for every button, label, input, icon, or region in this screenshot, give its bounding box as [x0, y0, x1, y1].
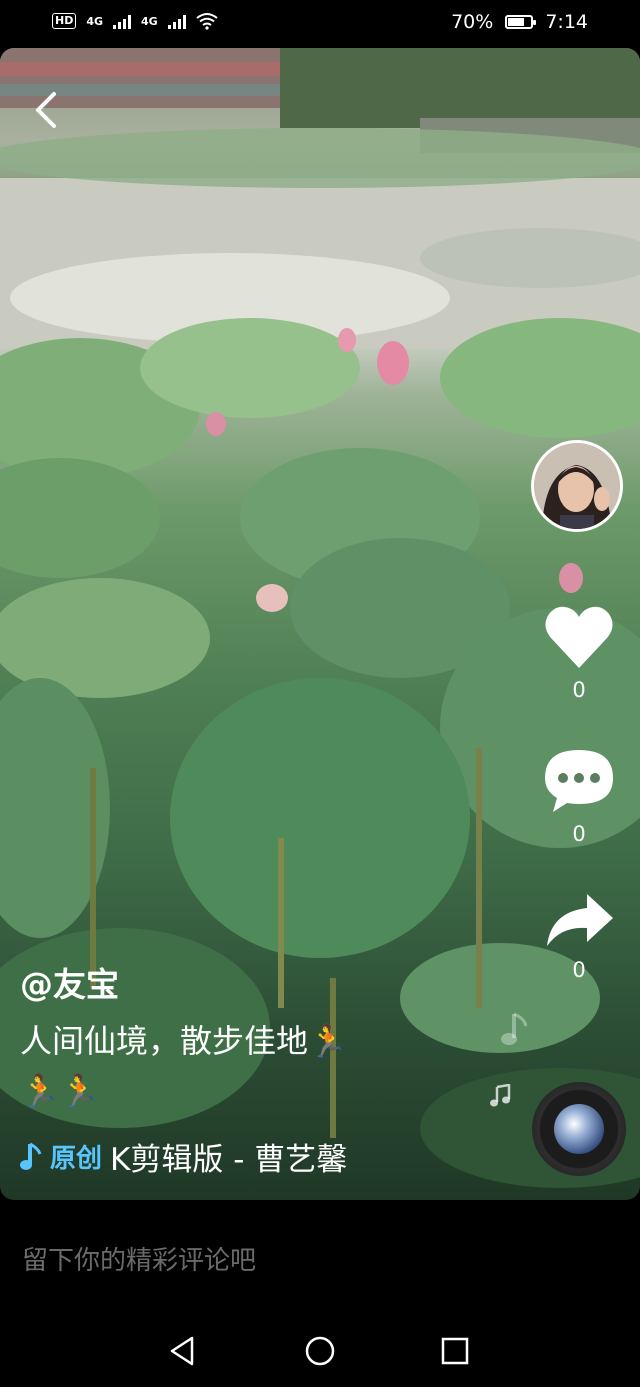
battery-percentage: 70%: [451, 11, 494, 33]
status-right: 70% 7:14: [451, 11, 588, 33]
share-count: 0: [572, 958, 586, 982]
music-original-label: 原创: [50, 1144, 103, 1174]
avatar-portrait: [534, 443, 620, 529]
network-type-1: 4G: [86, 14, 104, 28]
description-line-1: 人间仙境，散步佳地🏃: [20, 1022, 348, 1060]
status-bar: HD 4G 4G 70% 7:14: [0, 0, 640, 48]
comment-input[interactable]: 留下你的精彩评论吧: [22, 1240, 256, 1277]
hd-badge: HD: [52, 13, 77, 29]
back-icon[interactable]: [30, 90, 64, 130]
floating-note-icon: [490, 1084, 511, 1107]
system-nav-bar: [0, 1310, 640, 1387]
network-type-2: 4G: [141, 14, 158, 28]
music-disc-icon[interactable]: [532, 1082, 626, 1176]
nav-back-icon[interactable]: [168, 1335, 198, 1367]
author-name[interactable]: @友宝: [20, 958, 440, 1006]
music-title: K剪辑版 - 曹艺馨: [110, 1142, 348, 1178]
share-button[interactable]: 0: [540, 890, 618, 982]
nav-recents-icon[interactable]: [441, 1337, 469, 1365]
clock: 7:14: [545, 11, 588, 33]
like-button[interactable]: 0: [540, 604, 618, 702]
comment-button[interactable]: 0: [540, 748, 618, 846]
wifi-icon: [196, 13, 218, 30]
music-disc-cover: [554, 1104, 604, 1154]
share-arrow-icon: [547, 894, 613, 946]
floating-note-icon: [501, 1012, 528, 1045]
comment-count: 0: [572, 822, 586, 846]
comment-bubble-icon: [545, 750, 613, 812]
nav-home-icon[interactable]: [304, 1335, 336, 1367]
signal-icon: [167, 13, 186, 29]
heart-icon: [545, 606, 613, 668]
status-indicators: HD 4G 4G: [52, 12, 218, 30]
like-count: 0: [572, 678, 586, 702]
music-note-icon: [20, 1142, 42, 1170]
battery-icon: [505, 15, 537, 29]
video-player[interactable]: 0 0 0 @友宝 人间仙境，散步佳地🏃 🏃🏃 原创 K剪辑版 - 曹艺馨: [0, 48, 640, 1200]
battery-fill: [508, 18, 524, 26]
author-avatar[interactable]: [531, 440, 623, 532]
signal-icon: [113, 13, 132, 29]
music-info[interactable]: 原创 K剪辑版 - 曹艺馨: [20, 1134, 347, 1179]
description-line-2: 🏃🏃: [20, 1072, 100, 1110]
video-description: 人间仙境，散步佳地🏃 🏃🏃: [20, 1016, 440, 1116]
